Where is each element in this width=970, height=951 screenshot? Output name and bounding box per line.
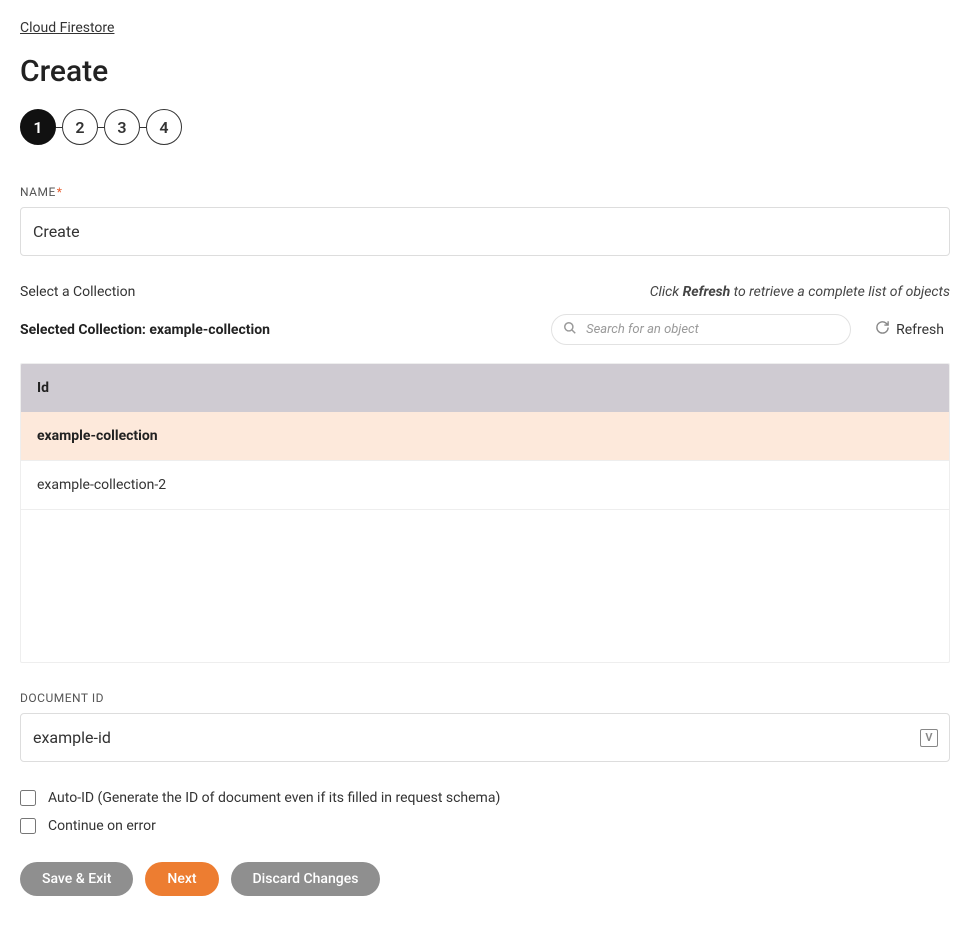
document-id-input[interactable] bbox=[20, 713, 950, 762]
refresh-label: Refresh bbox=[896, 322, 944, 338]
document-id-label: DOCUMENT ID bbox=[20, 691, 950, 705]
table-row[interactable]: example-collection-2 bbox=[21, 461, 949, 510]
auto-id-label: Auto-ID (Generate the ID of document eve… bbox=[48, 790, 500, 806]
auto-id-checkbox[interactable] bbox=[20, 790, 36, 806]
table-header-id: Id bbox=[21, 364, 949, 412]
collection-table: Id example-collection example-collection… bbox=[20, 363, 950, 663]
refresh-button[interactable]: Refresh bbox=[869, 319, 950, 340]
name-label: NAME* bbox=[20, 185, 950, 199]
step-1[interactable]: 1 bbox=[20, 109, 56, 145]
page-title: Create bbox=[20, 54, 950, 89]
table-row[interactable]: example-collection bbox=[21, 412, 949, 461]
search-input[interactable] bbox=[551, 314, 851, 345]
selected-collection-label: Selected Collection: example-collection bbox=[20, 322, 270, 338]
continue-on-error-checkbox[interactable] bbox=[20, 818, 36, 834]
refresh-hint: Click Refresh to retrieve a complete lis… bbox=[650, 284, 950, 300]
stepper: 1 2 3 4 bbox=[20, 109, 950, 145]
step-4[interactable]: 4 bbox=[146, 109, 182, 145]
step-3[interactable]: 3 bbox=[104, 109, 140, 145]
search-icon bbox=[563, 321, 577, 339]
breadcrumb-link[interactable]: Cloud Firestore bbox=[20, 20, 114, 36]
continue-on-error-label: Continue on error bbox=[48, 818, 156, 834]
variable-badge-icon[interactable]: V bbox=[920, 729, 938, 747]
step-2[interactable]: 2 bbox=[62, 109, 98, 145]
required-indicator: * bbox=[57, 185, 63, 199]
discard-button[interactable]: Discard Changes bbox=[231, 862, 381, 896]
save-exit-button[interactable]: Save & Exit bbox=[20, 862, 133, 896]
next-button[interactable]: Next bbox=[145, 862, 218, 896]
select-collection-label: Select a Collection bbox=[20, 284, 135, 300]
refresh-icon bbox=[875, 320, 890, 339]
name-input[interactable] bbox=[20, 207, 950, 256]
